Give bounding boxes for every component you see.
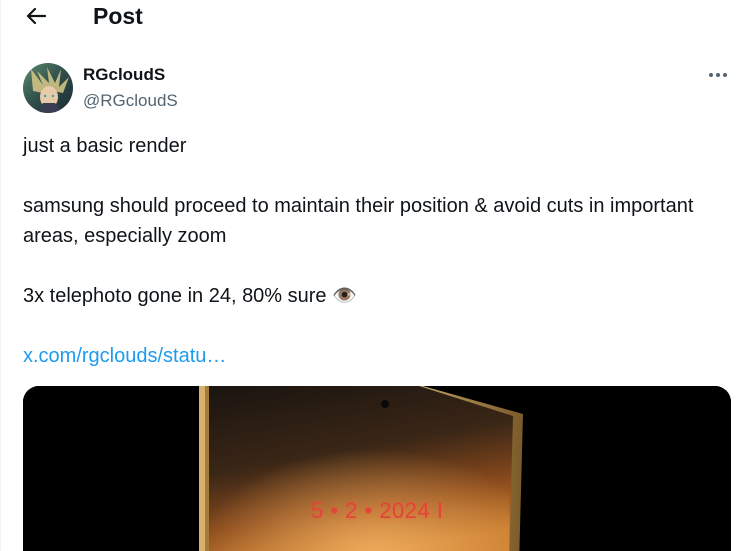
page-title: Post: [93, 3, 143, 29]
arrow-left-icon: [26, 7, 47, 25]
tweet-media-image[interactable]: 5 • 2 • 2024 I: [23, 386, 731, 551]
tweet-line-text: 3x telephoto gone in 24, 80% sure: [23, 285, 327, 307]
avatar[interactable]: [23, 63, 73, 113]
tweet-line: just a basic render: [23, 135, 187, 157]
tweet-line: 3x telephoto gone in 24, 80% sure 👁️: [23, 281, 713, 311]
more-options-button[interactable]: [705, 65, 731, 85]
author-display-name[interactable]: RGcloudS: [83, 65, 165, 85]
tweet-link[interactable]: x.com/rgclouds/statu…: [23, 345, 226, 367]
post-header: Post: [1, 0, 741, 32]
more-horizontal-icon: [709, 73, 727, 77]
eye-emoji-icon: 👁️: [332, 285, 358, 307]
post-page: Post RGcloudS @RGcloudS just a basic ren…: [0, 0, 741, 551]
back-button[interactable]: [23, 4, 49, 28]
media-date-text: 5 • 2 • 2024 I: [311, 498, 444, 523]
author-handle[interactable]: @RGcloudS: [83, 91, 178, 111]
tweet-link-line: x.com/rgclouds/statu…: [23, 341, 713, 371]
tweet-text: just a basic render samsung should proce…: [23, 131, 713, 371]
phone-render-image: [23, 386, 731, 551]
tweet-line: samsung should proceed to maintain their…: [23, 195, 694, 247]
